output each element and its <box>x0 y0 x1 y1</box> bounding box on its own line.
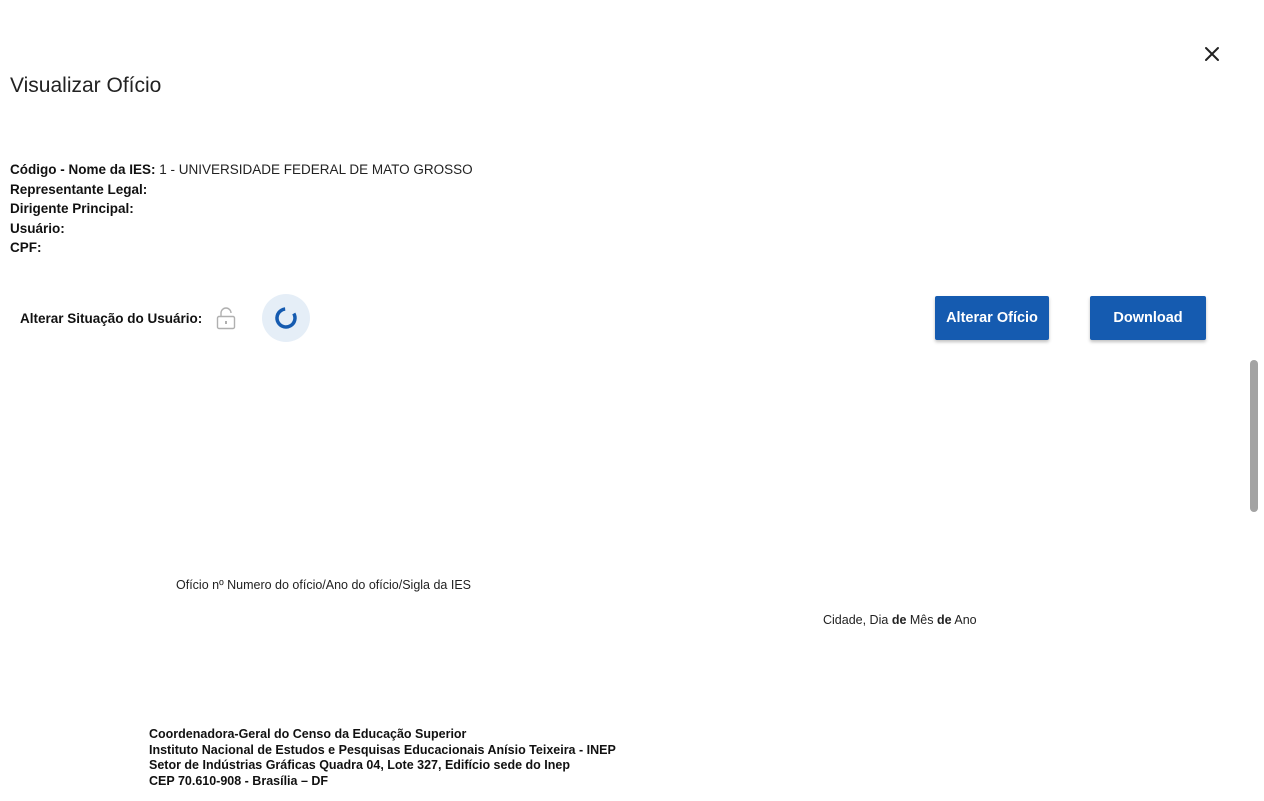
cpf-row: CPF: <box>10 238 473 258</box>
de-text-1: de <box>891 613 907 627</box>
recipient-address: Coordenadora-Geral do Censo da Educação … <box>149 727 616 789</box>
alterar-situacao-row: Alterar Situação do Usuário: <box>20 294 311 342</box>
usuario-row: Usuário: <box>10 219 473 239</box>
representante-row: Representante Legal: <box>10 180 473 200</box>
scrollbar-thumb[interactable] <box>1250 360 1258 512</box>
address-line: CEP 70.610-908 - Brasília – DF <box>149 773 329 788</box>
usuario-label: Usuário: <box>10 220 65 236</box>
address-line: Setor de Indústrias Gráficas Quadra 04, … <box>149 758 570 772</box>
ano-text: Ano <box>954 613 977 627</box>
ies-info: Código - Nome da IES: 1 - UNIVERSIDADE F… <box>10 160 473 258</box>
ies-codigo-row: Código - Nome da IES: 1 - UNIVERSIDADE F… <box>10 160 473 180</box>
alterar-situacao-label: Alterar Situação do Usuário: <box>20 310 203 326</box>
visualizar-oficio-dialog: Visualizar Ofício Código - Nome da IES: … <box>0 0 1264 801</box>
ies-codigo-label: Código - Nome da IES: <box>10 162 156 177</box>
cpf-label: CPF: <box>10 240 42 255</box>
address-line: Coordenadora-Geral do Censo da Educação … <box>149 727 467 741</box>
cidade-dia-text: Cidade, Dia <box>823 613 889 627</box>
dialog-title: Visualizar Ofício <box>10 74 162 97</box>
representante-label: Representante Legal: <box>10 181 148 197</box>
oficio-number: Ofício nº Numero do ofício/Ano do ofício… <box>176 578 472 592</box>
loading-spinner <box>262 294 311 342</box>
loading-spinner-icon <box>275 307 298 329</box>
alterar-oficio-button[interactable]: Alterar Ofício <box>935 296 1049 340</box>
de-text-2: de <box>937 613 952 627</box>
dirigente-row: Dirigente Principal: <box>10 199 473 219</box>
mes-text: Mês <box>909 613 934 627</box>
close-icon <box>1205 47 1219 61</box>
unlock-icon[interactable] <box>214 303 238 333</box>
dirigente-label: Dirigente Principal: <box>10 201 134 216</box>
cidade-data-line: Cidade, Dia de Mês de Ano <box>823 613 977 627</box>
address-line: Instituto Nacional de Estudos e Pesquisa… <box>149 742 616 757</box>
close-button[interactable] <box>1198 40 1226 68</box>
ies-codigo-value: 1 - UNIVERSIDADE FEDERAL DE MATO GROSSO <box>159 162 473 177</box>
download-button[interactable]: Download <box>1090 296 1206 340</box>
